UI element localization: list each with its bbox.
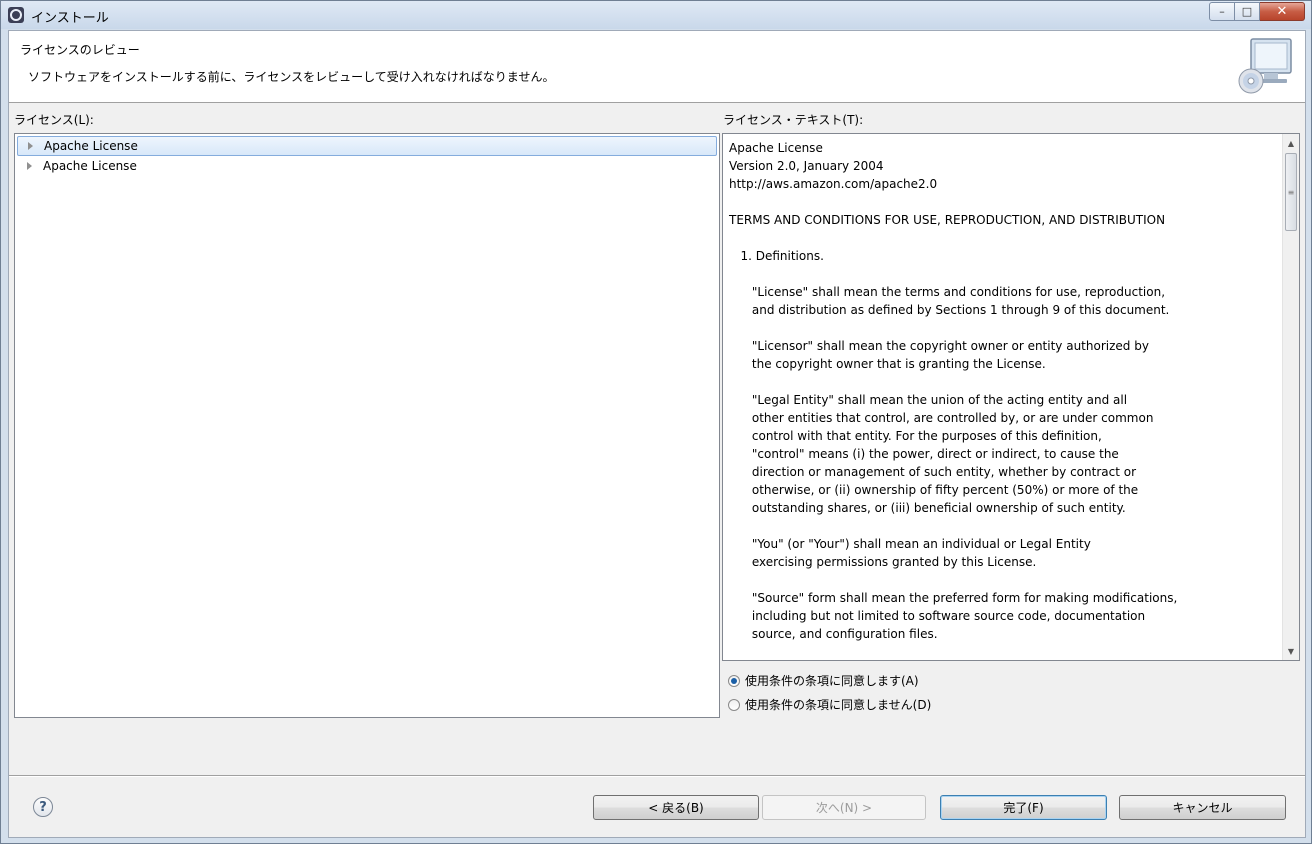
eclipse-app-icon [8,7,24,23]
back-button[interactable]: < 戻る(B) [593,795,759,820]
minimize-button[interactable]: – [1209,2,1235,21]
license-text-line: "Licensor" shall mean the copyright owne… [729,339,1149,353]
cancel-button[interactable]: キャンセル [1119,795,1286,820]
accept-radio-label[interactable]: 使用条件の条項に同意します(A) [745,672,919,689]
close-button[interactable]: ✕ [1260,2,1305,21]
next-button[interactable]: 次へ(N) > [762,795,926,820]
accept-radio-option[interactable]: 使用条件の条項に同意します(A) [728,672,919,689]
license-text-line [729,229,1279,247]
license-text-scrollbar[interactable]: ▲ ≡ ▼ [1282,134,1299,660]
decline-radio-option[interactable]: 使用条件の条項に同意しません(D) [728,696,931,713]
license-text-line: otherwise, or (ii) ownership of fifty pe… [729,483,1139,497]
maximize-button[interactable]: □ [1235,2,1260,21]
accept-radio[interactable] [728,674,740,687]
window-title: インストール [31,11,109,26]
license-text-line: and distribution as defined by Sections … [729,303,1170,317]
tree-item-apache-license-2[interactable]: Apache License [17,156,717,176]
help-icon[interactable]: ? [33,797,53,817]
scroll-down-icon[interactable]: ▼ [1283,643,1299,659]
license-text-line: Apache License [729,141,823,155]
license-text-line [729,193,1279,211]
expand-arrow-icon[interactable] [28,142,33,150]
license-text-line [729,373,1279,391]
license-text-line: TERMS AND CONDITIONS FOR USE, REPRODUCTI… [729,213,1166,227]
decline-radio-label[interactable]: 使用条件の条項に同意しません(D) [745,696,931,713]
scroll-up-icon[interactable]: ▲ [1283,135,1299,151]
license-text-area[interactable]: Apache License Version 2.0, January 2004 h… [722,133,1300,661]
license-text-line: exercising permissions granted by this L… [729,555,1037,569]
decline-radio[interactable] [728,698,740,711]
license-text-line: direction or management of such entity, … [729,465,1137,479]
install-dialog: インストール – □ ✕ ライセンスのレビュー ソフトウェアをインストールする前… [0,0,1312,844]
scroll-thumb[interactable]: ≡ [1285,153,1297,231]
window-controls: – □ ✕ [1209,2,1305,21]
button-bar-separator [9,775,1305,777]
licenses-label: ライセンス(L): [14,113,94,127]
license-text-line: outstanding shares, or (iii) beneficial … [729,501,1126,515]
tree-item-label: Apache License [44,139,138,153]
finish-button[interactable]: 完了(F) [940,795,1107,820]
expand-arrow-icon[interactable] [27,162,32,170]
license-text-line [729,265,1279,283]
license-text-line: "License" shall mean the terms and condi… [729,285,1166,299]
license-text-line: the copyright owner that is granting the… [729,357,1046,371]
license-text-line: other entities that control, are control… [729,411,1154,425]
license-text-label: ライセンス・テキスト(T): [723,113,864,127]
banner-title: ライセンスのレビュー [20,43,140,57]
banner-description: ソフトウェアをインストールする前に、ライセンスをレビューして受け入れなければなり… [28,70,555,84]
license-text-line: including but not limited to software so… [729,609,1146,623]
license-text-line: source, and configuration files. [729,627,938,641]
tree-item-label: Apache License [43,159,137,173]
license-text-line [729,319,1279,337]
license-text-line: http://aws.amazon.com/apache2.0 [729,177,938,191]
license-text-line: "Legal Entity" shall mean the union of t… [729,393,1128,407]
license-text-line [729,571,1279,589]
license-text-line: Version 2.0, January 2004 [729,159,884,173]
tree-item-apache-license-1[interactable]: Apache License [17,136,717,156]
license-tree[interactable]: Apache License Apache License [14,133,720,718]
wizard-banner: ライセンスのレビュー ソフトウェアをインストールする前に、ライセンスをレビューし… [9,31,1305,103]
monitor-cd-icon [1238,38,1292,94]
dialog-client-area: ライセンスのレビュー ソフトウェアをインストールする前に、ライセンスをレビューし… [8,30,1306,838]
license-text-content: Apache License Version 2.0, January 2004 h… [729,139,1279,643]
license-text-line: "control" means (i) the power, direct or… [729,447,1119,461]
license-text-line: 1. Definitions. [729,249,824,263]
license-text-line: "Source" form shall mean the preferred f… [729,591,1178,605]
license-text-line: control with that entity. For the purpos… [729,429,1102,443]
title-bar[interactable]: インストール – □ ✕ [1,1,1311,29]
license-text-line: "You" (or "Your") shall mean an individu… [729,537,1091,551]
license-text-line [729,517,1279,535]
